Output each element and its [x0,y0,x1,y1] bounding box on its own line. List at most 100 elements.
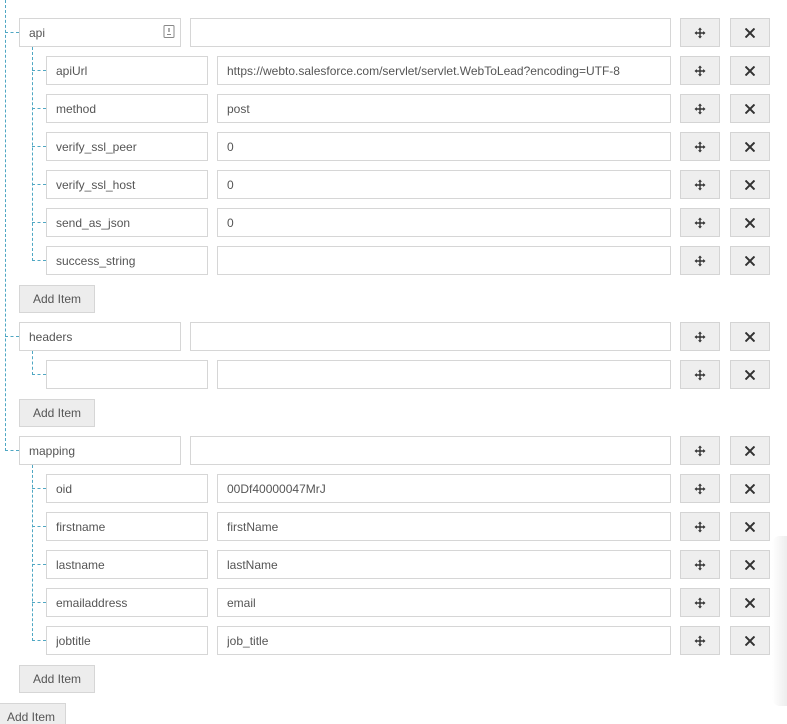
add-item-button-mapping[interactable]: Add Item [19,665,96,693]
tree-branch-headers-0 [32,374,46,375]
field-key-input[interactable] [46,132,208,161]
field-key-input[interactable] [46,208,208,237]
move-arrows-icon [694,217,706,228]
remove-button[interactable] [730,626,770,655]
add-item-button-api[interactable]: Add Item [19,285,96,313]
remove-button[interactable] [730,208,770,237]
close-x-icon [745,521,755,532]
move-arrows-icon [694,483,706,494]
remove-button[interactable] [730,94,770,123]
field-key-input[interactable] [46,474,208,503]
move-arrows-icon [694,141,706,152]
tree-branch-api [5,32,19,33]
move-button[interactable] [680,550,720,579]
field-key-input[interactable] [46,56,208,85]
field-value-input[interactable] [217,132,671,161]
move-button[interactable] [680,588,720,617]
move-arrows-icon [694,635,706,646]
remove-button[interactable] [730,588,770,617]
group-key-input-api[interactable] [19,18,181,47]
move-button[interactable] [680,208,720,237]
field-key-input[interactable] [46,246,208,275]
move-arrows-icon [694,255,706,266]
move-button[interactable] [680,360,720,389]
move-button[interactable] [680,170,720,199]
field-key-input[interactable] [46,588,208,617]
move-button[interactable] [680,56,720,85]
field-key-input[interactable] [46,170,208,199]
field-value-input[interactable] [217,512,671,541]
tree-branch-headers [5,336,19,337]
remove-button-mapping[interactable] [730,436,770,465]
group-value-input-mapping[interactable] [190,436,671,465]
remove-button[interactable] [730,246,770,275]
field-key-input[interactable] [46,512,208,541]
field-value-input[interactable] [217,246,671,275]
close-x-icon [745,103,755,114]
move-button[interactable] [680,512,720,541]
field-value-input[interactable] [217,474,671,503]
move-button[interactable] [680,626,720,655]
tree-line-api [32,47,33,261]
tree-line-root [5,0,6,451]
close-x-icon [745,141,755,152]
remove-button[interactable] [730,170,770,199]
field-key-input[interactable] [46,626,208,655]
remove-button[interactable] [730,474,770,503]
move-button[interactable] [680,474,720,503]
field-value-input[interactable] [217,360,671,389]
move-button[interactable] [680,246,720,275]
tree-branch-mapping-3 [32,602,46,603]
move-button-api[interactable] [680,18,720,47]
tree-branch-api-3 [32,184,46,185]
field-key-input[interactable] [46,360,208,389]
move-arrows-icon [694,179,706,190]
move-arrows-icon [694,331,706,342]
close-x-icon [745,255,755,266]
remove-button-api[interactable] [730,18,770,47]
field-value-input[interactable] [217,588,671,617]
move-arrows-icon [694,103,706,114]
field-key-input[interactable] [46,550,208,579]
add-item-button-root[interactable]: Add Item [0,703,67,724]
scroll-shadow [772,536,787,706]
move-button[interactable] [680,94,720,123]
group-value-input-api[interactable] [190,18,671,47]
close-x-icon [745,483,755,494]
tree-branch-api-5 [32,260,46,261]
add-item-button-headers[interactable]: Add Item [19,399,96,427]
remove-button-headers[interactable] [730,322,770,351]
field-value-input[interactable] [217,56,671,85]
move-button-mapping[interactable] [680,436,720,465]
remove-button[interactable] [730,550,770,579]
field-value-input[interactable] [217,208,671,237]
move-arrows-icon [694,369,706,380]
group-key-input-headers[interactable] [19,322,181,351]
field-key-input[interactable] [46,94,208,123]
move-arrows-icon [694,597,706,608]
field-value-input[interactable] [217,94,671,123]
remove-button[interactable] [730,56,770,85]
close-x-icon [745,65,755,76]
tree-line-headers [32,351,33,375]
tree-branch-api-4 [32,222,46,223]
field-value-input[interactable] [217,170,671,199]
tree-branch-mapping [5,450,19,451]
move-arrows-icon [694,559,706,570]
close-x-icon [745,559,755,570]
field-value-input[interactable] [217,550,671,579]
move-button[interactable] [680,132,720,161]
move-button-headers[interactable] [680,322,720,351]
group-value-input-headers[interactable] [190,322,671,351]
tree-branch-api-0 [32,70,46,71]
remove-button[interactable] [730,360,770,389]
move-arrows-icon [694,445,706,456]
close-x-icon [745,179,755,190]
tree-branch-mapping-2 [32,564,46,565]
field-value-input[interactable] [217,626,671,655]
remove-button[interactable] [730,512,770,541]
close-x-icon [745,217,755,228]
group-key-input-mapping[interactable] [19,436,181,465]
remove-button[interactable] [730,132,770,161]
document-icon[interactable] [163,25,175,38]
